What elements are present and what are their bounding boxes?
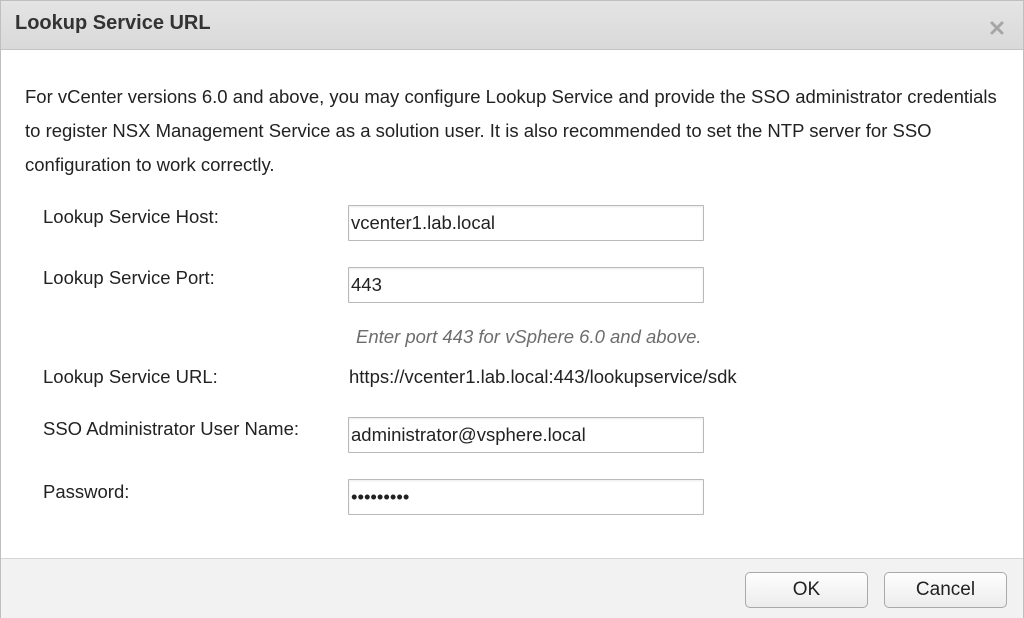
password-input[interactable] xyxy=(348,479,704,515)
cancel-button[interactable]: Cancel xyxy=(884,572,1007,608)
dialog-title: Lookup Service URL xyxy=(15,12,211,34)
port-hint-text: Enter port 443 for vSphere 6.0 and above… xyxy=(356,326,702,347)
sso-username-label: SSO Administrator User Name: xyxy=(43,418,299,439)
lookup-service-dialog: Lookup Service URL For vCenter versions … xyxy=(0,0,1024,618)
lookup-host-input[interactable] xyxy=(348,205,704,241)
lookup-url-label: Lookup Service URL: xyxy=(43,366,218,387)
lookup-port-label: Lookup Service Port: xyxy=(43,267,215,288)
sso-username-input[interactable] xyxy=(348,417,704,453)
password-label: Password: xyxy=(43,481,130,502)
close-icon[interactable] xyxy=(989,20,1005,36)
lookup-host-label: Lookup Service Host: xyxy=(43,206,219,227)
dialog-description: For vCenter versions 6.0 and above, you … xyxy=(25,86,997,175)
dialog-titlebar: Lookup Service URL xyxy=(1,1,1023,50)
ok-button[interactable]: OK xyxy=(745,572,868,608)
lookup-url-value: https://vcenter1.lab.local:443/lookupser… xyxy=(349,366,737,387)
dialog-footer: OK Cancel xyxy=(1,558,1023,618)
lookup-port-input[interactable] xyxy=(348,267,704,303)
